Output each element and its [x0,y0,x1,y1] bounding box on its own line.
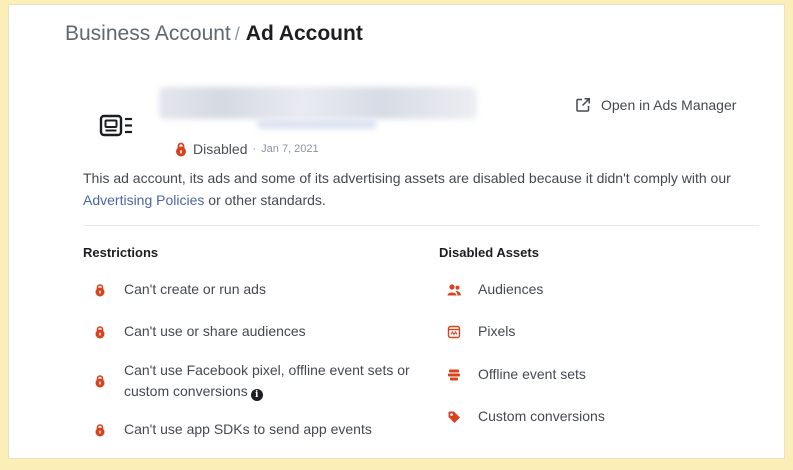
restriction-item: Can't use or share audiences [83,321,434,342]
status-date: Jan 7, 2021 [261,143,319,155]
disabled-asset-item: Offline event sets [439,364,586,385]
open-in-ads-manager-label: Open in Ads Manager [601,97,737,113]
asset-label: Custom conversions [478,408,605,424]
restriction-label: Can't use Facebook pixel, offline event … [124,360,434,402]
restriction-item: Can't use Facebook pixel, offline event … [83,360,434,402]
notice-text-end: or other standards. [204,192,326,208]
breadcrumb-current: Ad Account [245,22,363,45]
lock-icon [95,283,105,296]
lock-icon [176,142,186,157]
asset-label: Pixels [478,323,516,339]
lock-icon [95,423,105,436]
open-in-ads-manager-link[interactable]: Open in Ads Manager [575,97,736,113]
breadcrumb-separator: / [234,24,240,44]
lock-icon [95,325,105,338]
asset-label: Audiences [478,281,544,297]
info-icon[interactable]: i [250,389,263,401]
restrictions-heading: Restrictions [83,245,159,260]
ad-account-icon [99,114,132,137]
status-separator: · [252,143,257,155]
restriction-item: Can't use app SDKs to send app events [83,419,434,440]
external-link-icon [576,98,590,112]
restriction-label-text: Can't use Facebook pixel, offline event … [124,362,410,399]
advertising-policies-link[interactable]: Advertising Policies [83,192,204,208]
notice-text: This ad account, its ads and some of its… [83,170,731,186]
restriction-label: Can't use or share audiences [124,323,306,339]
disabled-asset-item: Custom conversions [439,406,605,427]
account-id-redacted [257,119,377,129]
breadcrumb-business-account[interactable]: Business Account [65,22,231,45]
divider [83,225,759,226]
breadcrumb: Business Account / Ad Account [65,21,363,47]
disabled-asset-item: Pixels [439,321,515,342]
disabled-asset-item: Audiences [439,279,543,300]
lock-icon [95,375,105,388]
restriction-label: Can't use app SDKs to send app events [124,421,372,437]
disabled-notice: This ad account, its ads and some of its… [83,167,773,211]
people-icon [447,283,461,295]
disabled-assets-heading: Disabled Assets [439,245,539,260]
ad-account-panel: Business Account / Ad Account Disabled · J… [8,4,785,459]
restriction-item: Can't create or run ads [83,279,434,300]
account-status: Disabled · Jan 7, 2021 [175,141,319,157]
asset-label: Offline event sets [478,366,586,382]
restriction-label: Can't create or run ads [124,281,266,297]
offline-events-icon [448,369,460,380]
account-name-redacted [159,87,477,119]
status-label: Disabled [193,141,248,157]
pixel-icon [447,325,461,338]
tag-icon [448,411,460,423]
